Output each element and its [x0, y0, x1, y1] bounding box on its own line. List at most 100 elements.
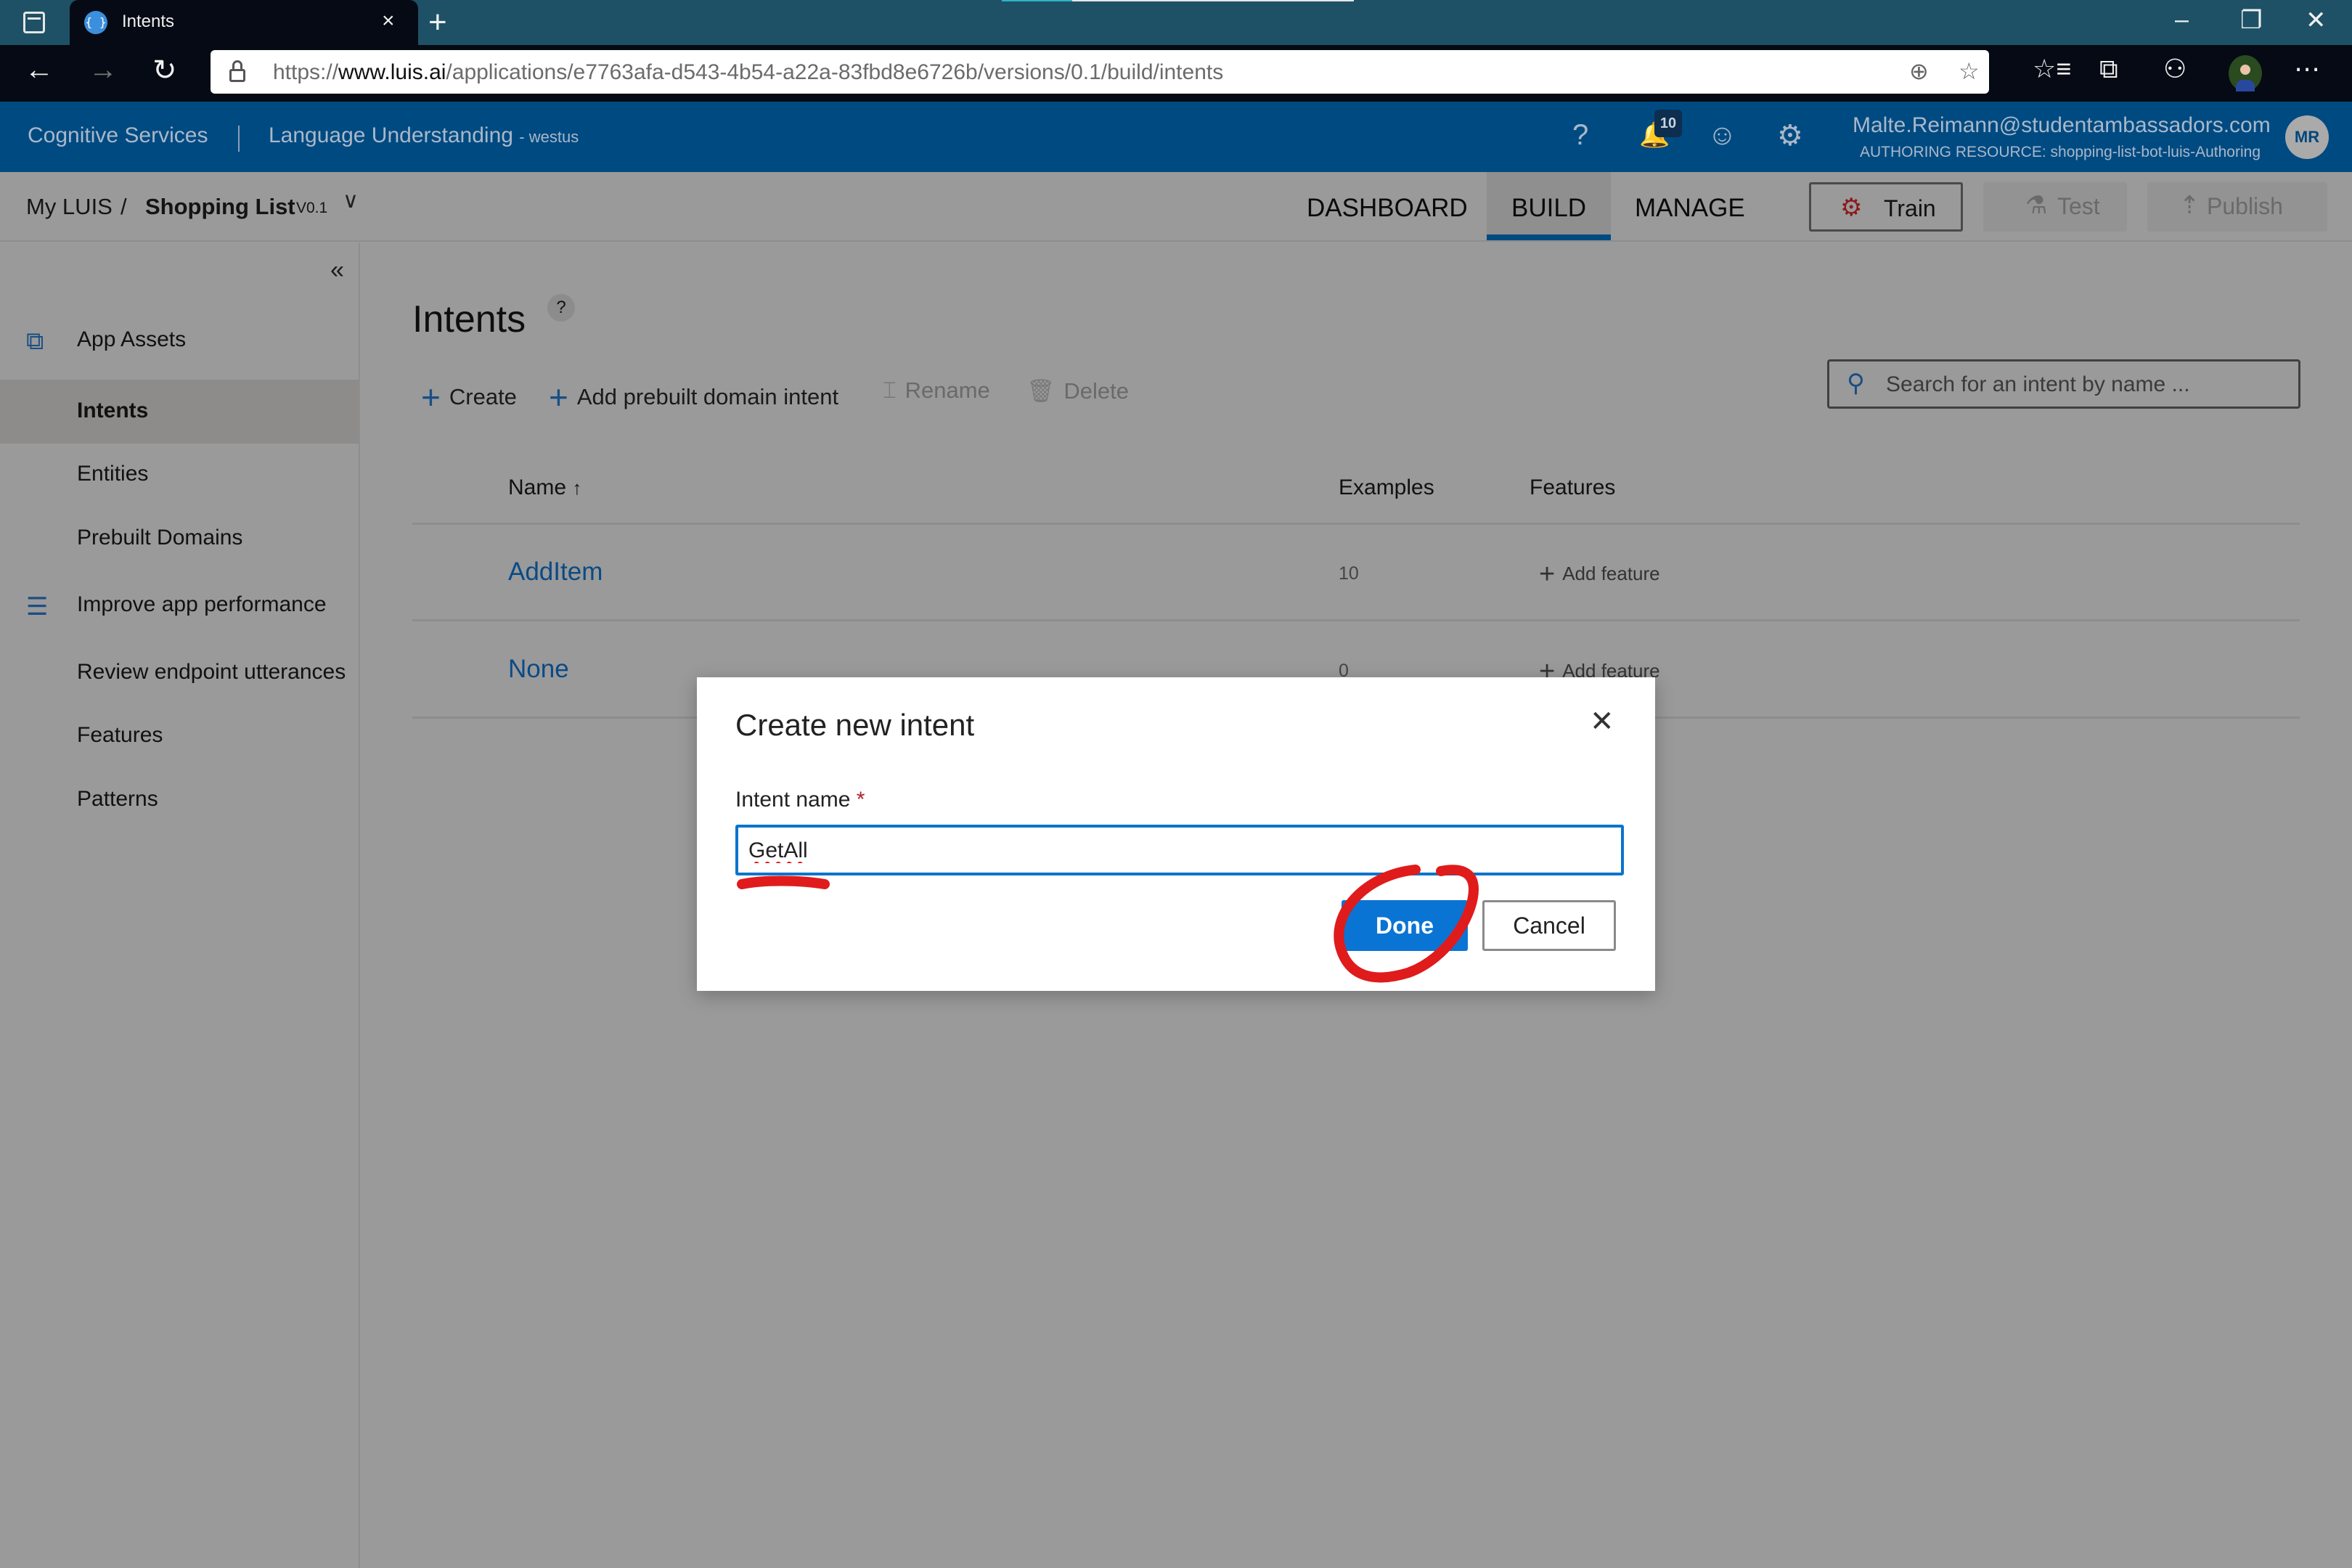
intent-link-none[interactable]: None: [508, 655, 569, 684]
browser-toolbar: ← → ↻ https://www.luis.ai/applications/e…: [0, 45, 2352, 102]
create-label: Create: [449, 384, 517, 409]
intent-name-field[interactable]: [735, 825, 1624, 875]
publish-button[interactable]: ⇡ Publish: [2147, 182, 2327, 232]
url-scheme: https://: [273, 60, 339, 84]
url-host: www.luis.ai: [338, 60, 446, 84]
tab-build[interactable]: BUILD: [1487, 172, 1612, 240]
version-chevron-down-icon[interactable]: ∨: [343, 188, 359, 213]
column-header-features: Features: [1530, 475, 1616, 499]
lock-icon[interactable]: [229, 60, 245, 82]
create-intent-dialog: Create new intent ✕ Intent name * Done C…: [697, 677, 1655, 991]
add-prebuilt-domain-intent-button[interactable]: + Add prebuilt domain intent: [549, 377, 838, 417]
sidebar-item-patterns[interactable]: Patterns: [0, 768, 359, 832]
delete-button[interactable]: 🗑 Delete: [1026, 377, 1129, 404]
collections-icon[interactable]: ⧉: [2099, 54, 2118, 85]
rename-icon: ⌶: [883, 377, 897, 403]
sidebar-item-label: Entities: [77, 462, 149, 486]
create-button[interactable]: + Create: [421, 377, 517, 417]
column-header-examples[interactable]: Examples: [1339, 475, 1434, 500]
refresh-icon[interactable]: ↻: [152, 54, 177, 87]
publish-icon: ⇡: [2179, 192, 2200, 219]
browser-tab-intents[interactable]: { } Intents ×: [70, 0, 418, 45]
field-label-text: Intent name: [735, 788, 851, 812]
user-avatar[interactable]: MR: [2285, 115, 2329, 159]
cancel-button[interactable]: Cancel: [1482, 900, 1616, 951]
close-tab-icon[interactable]: ×: [382, 9, 395, 33]
intent-search-box[interactable]: ⚲: [1827, 359, 2300, 409]
sidebar-item-prebuilt-domains[interactable]: Prebuilt Domains: [0, 507, 359, 571]
trash-icon: 🗑: [1026, 378, 1055, 404]
dialog-title: Create new intent: [735, 708, 975, 742]
browser-tab-strip: { } Intents × + – ❐ ✕: [0, 0, 2352, 45]
add-feature-button[interactable]: + Add feature: [1539, 559, 1660, 590]
breadcrumb-app-name[interactable]: Shopping List: [145, 194, 295, 220]
address-bar[interactable]: https://www.luis.ai/applications/e7763af…: [211, 50, 1989, 94]
url-text[interactable]: https://www.luis.ai/applications/e7763af…: [273, 60, 1223, 85]
done-button[interactable]: Done: [1342, 900, 1468, 951]
test-button[interactable]: ⚗ Test: [1983, 182, 2127, 232]
collapse-sidebar-icon[interactable]: «: [330, 256, 344, 285]
luis-favicon-icon: { }: [84, 11, 107, 34]
settings-gear-icon[interactable]: ⚙: [1777, 119, 1803, 152]
intent-name-input[interactable]: [748, 836, 1605, 865]
sliders-icon: ☰: [26, 593, 49, 621]
sidebar-item-label: Review endpoint utterances: [77, 660, 346, 684]
sort-ascending-icon: ↑: [572, 477, 582, 499]
app-subheader: My LUIS / Shopping List V0.1 ∨ DASHBOARD…: [0, 172, 2352, 242]
forward-icon[interactable]: →: [89, 54, 118, 86]
sidebar-item-label: App Assets: [77, 327, 187, 351]
favorites-icon[interactable]: ☆≡: [2033, 54, 2071, 84]
sidebar-item-label: Patterns: [77, 787, 158, 811]
plus-icon: +: [421, 378, 441, 416]
required-asterisk: *: [856, 788, 865, 812]
add-favorite-icon[interactable]: ☆: [1959, 57, 1980, 85]
plus-icon: +: [549, 378, 568, 416]
close-window-icon[interactable]: ✕: [2306, 6, 2327, 35]
more-icon[interactable]: ⋯: [2294, 54, 2320, 84]
share-icon[interactable]: ⚇: [2163, 54, 2186, 84]
back-icon[interactable]: ←: [25, 54, 54, 86]
product-label: Language Understanding: [269, 123, 513, 147]
page-load-progress: [1002, 0, 1354, 1]
add-feature-label: Add feature: [1562, 563, 1660, 584]
notification-count-badge: 10: [1654, 110, 1682, 137]
sidebar-item-review-endpoint-utterances[interactable]: Review endpoint utterances: [0, 641, 359, 705]
authoring-resource: AUTHORING RESOURCE: shopping-list-bot-lu…: [1860, 144, 2261, 160]
tab-dashboard[interactable]: DASHBOARD: [1282, 172, 1493, 240]
rename-button[interactable]: ⌶ Rename: [883, 377, 990, 404]
product-name[interactable]: Language Understanding - westus: [269, 123, 579, 148]
sidebar-item-app-assets[interactable]: ⧉ App Assets: [0, 309, 359, 372]
sidebar-item-intents[interactable]: Intents: [0, 380, 359, 444]
help-icon[interactable]: ?: [1572, 119, 1588, 152]
table-divider: [412, 619, 2300, 621]
zoom-icon[interactable]: ⊕: [1909, 57, 1929, 85]
search-icon: ⚲: [1847, 369, 1865, 397]
restore-icon[interactable]: ❐: [2240, 6, 2262, 35]
train-gears-icon: ⚙: [1840, 194, 1863, 221]
minimize-icon[interactable]: –: [2175, 6, 2189, 34]
help-question-icon[interactable]: ?: [547, 294, 575, 322]
tab-manage[interactable]: MANAGE: [1610, 172, 1770, 240]
new-tab-button[interactable]: +: [428, 4, 447, 41]
url-path: /applications/e7763afa-d543-4b54-a22a-83…: [446, 60, 1224, 84]
table-divider: [412, 523, 2300, 525]
tab-actions-icon[interactable]: [23, 12, 45, 33]
sidebar-item-label: Prebuilt Domains: [77, 526, 243, 550]
intent-search-input[interactable]: [1886, 370, 2278, 399]
sidebar-item-entities[interactable]: Entities: [0, 443, 359, 507]
column-header-name[interactable]: Name ↑: [508, 475, 581, 500]
sidebar-item-improve-app-performance[interactable]: ☰ Improve app performance: [0, 573, 359, 637]
train-button[interactable]: ⚙ Train: [1809, 182, 1963, 232]
cognitive-services-link[interactable]: Cognitive Services: [28, 123, 208, 148]
breadcrumb-my-luis[interactable]: My LUIS: [26, 194, 113, 220]
name-header-label: Name: [508, 475, 567, 499]
publish-label: Publish: [2207, 193, 2283, 219]
sidebar-item-features[interactable]: Features: [0, 704, 359, 768]
intent-link-additem[interactable]: AddItem: [508, 558, 603, 587]
close-dialog-icon[interactable]: ✕: [1590, 705, 1614, 738]
browser-profile-avatar[interactable]: [2229, 55, 2262, 91]
feedback-smiley-icon[interactable]: ☺: [1707, 119, 1737, 152]
app-version: V0.1: [296, 200, 328, 216]
page-title: Intents: [412, 298, 526, 340]
progress-fill: [1002, 0, 1072, 1]
